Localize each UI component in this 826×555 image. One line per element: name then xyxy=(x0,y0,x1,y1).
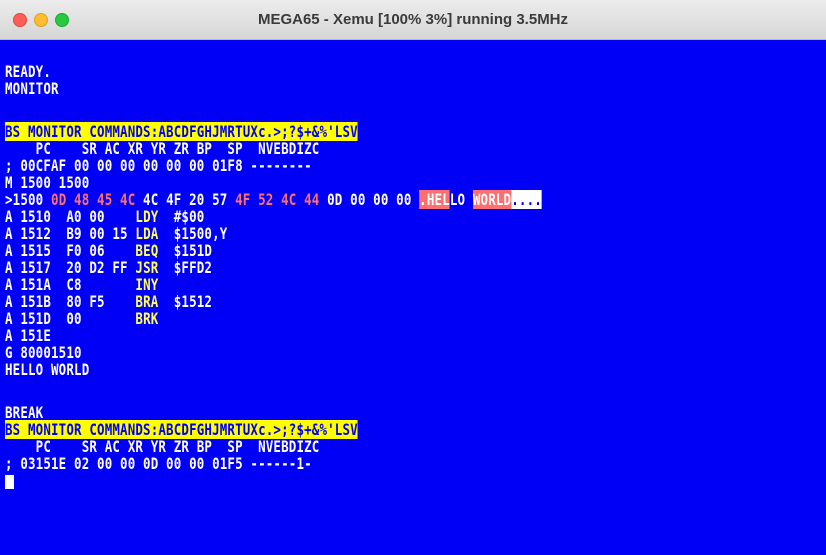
disasm-line: A 151B 80 F5 BRA $1512 xyxy=(5,293,212,310)
window-title: MEGA65 - Xemu [100% 3%] running 3.5MHz xyxy=(257,11,569,28)
ascii-highlight: .HEL xyxy=(419,190,450,209)
disasm-line: A 1515 F0 06 BEQ $151D xyxy=(5,242,212,259)
disasm-line: A 1512 B9 00 15 LDA $1500,Y xyxy=(5,225,227,242)
program-output-line: HELLO WORLD xyxy=(5,360,90,379)
memory-command-line: M 1500 1500 xyxy=(5,173,90,192)
ascii-inverse: .... xyxy=(511,190,542,209)
disasm-line: A 151D 00 BRK xyxy=(5,310,158,327)
register-labels-2: PC SR AC XR YR ZR BP SP NVEBDIZC xyxy=(5,437,320,456)
assemble-prompt-line: A 151E xyxy=(5,326,52,345)
monitor-header-1: BS MONITOR COMMANDS:ABCDFGHJMRTUXc.>;?$+… xyxy=(5,122,358,141)
monitor-header-2: BS MONITOR COMMANDS:ABCDFGHJMRTUXc.>;?$+… xyxy=(5,420,358,439)
disasm-operand: $FFD2 xyxy=(158,258,213,277)
emulator-window: MEGA65 - Xemu [100% 3%] running 3.5MHz R… xyxy=(0,0,826,555)
disasm-operand: $1512 xyxy=(158,292,213,311)
disasm-opcode: BRK xyxy=(135,309,159,328)
disasm-line: A 151A C8 INY xyxy=(5,276,158,293)
disasm-line: A 1517 20 D2 FF JSR $FFD2 xyxy=(5,259,212,276)
text-cursor xyxy=(5,475,14,489)
disasm-bytes: 00 xyxy=(66,309,136,328)
monitor-command-line: MONITOR xyxy=(5,79,59,98)
memory-bytes: 0D 00 00 00 xyxy=(327,190,420,209)
ascii-highlight: WORLD xyxy=(472,190,512,209)
ascii-text: LO xyxy=(449,190,473,209)
memory-bytes-highlight: 4F 52 4C 44 xyxy=(235,190,328,209)
register-labels-1: PC SR AC XR YR ZR BP SP NVEBDIZC xyxy=(5,139,320,158)
emulator-screen[interactable]: READY. MONITOR BS MONITOR COMMANDS:ABCDF… xyxy=(0,40,826,555)
title-bar[interactable]: MEGA65 - Xemu [100% 3%] running 3.5MHz xyxy=(0,0,826,40)
break-line: BREAK xyxy=(5,403,44,422)
register-values-1: ; 00CFAF 00 00 00 00 00 00 01F8 -------- xyxy=(5,156,312,175)
go-command-line: G 80001510 xyxy=(5,343,82,362)
ready-line: READY. xyxy=(5,62,52,81)
register-values-2: ; 03151E 02 00 00 0D 00 00 01F5 ------1- xyxy=(5,454,312,473)
disasm-line: A 1510 A0 00 LDY #$00 xyxy=(5,208,204,225)
memory-dump-line: >1500 0D 48 45 4C 4C 4F 20 57 4F 52 4C 4… xyxy=(5,190,542,209)
